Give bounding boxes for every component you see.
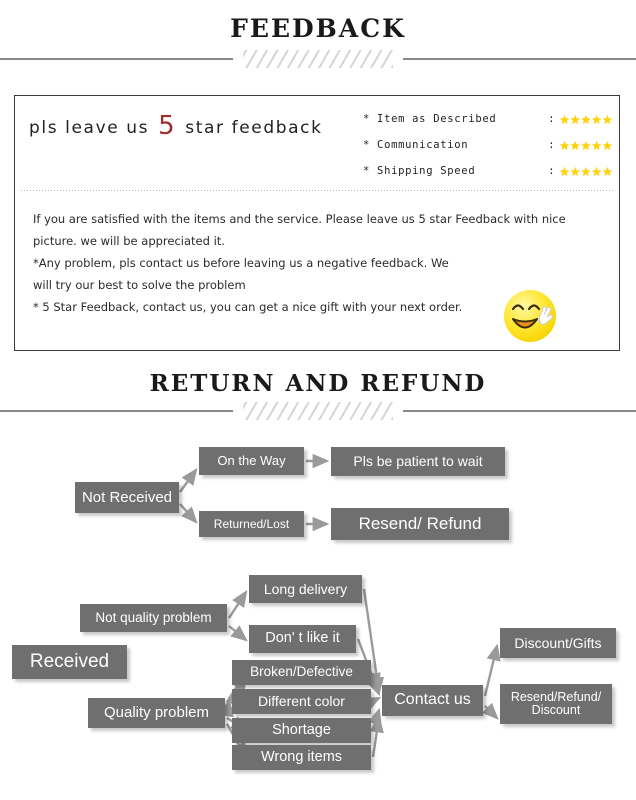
feedback-line-3: *Any problem, pls contact us before leav… [33,256,449,270]
flow-node-not-quality-problem[interactable]: Not quality problem [80,604,227,632]
rating-stars: ★★★★★ [559,160,613,181]
feedback-line-2: picture. we will be appreciated it. [33,234,225,248]
flow-node-long-delivery[interactable]: Long delivery [249,575,362,603]
feedback-top-row: pls leave us 5 star feedback * Item as D… [15,96,619,190]
flow-node-returned-lost[interactable]: Returned/Lost [199,511,304,537]
divider-hatch [243,402,393,420]
rating-colon: : [548,165,556,177]
flow-node-shortage[interactable]: Shortage [232,718,371,743]
feedback-line-1: If you are satisfied with the items and … [33,212,566,226]
flow-node-dont-like-it[interactable]: Don' t like it [249,625,356,653]
divider-line-left [0,58,233,60]
flow-node-pls-be-patient[interactable]: Pls be patient to wait [331,447,505,476]
rating-label: * Communication [363,139,469,151]
flow-node-not-received[interactable]: Not Received [75,482,179,513]
divider-line-right [403,58,636,60]
divider-return [0,400,636,422]
flow-node-resend-refund[interactable]: Resend/ Refund [331,508,509,540]
flow-node-quality-problem[interactable]: Quality problem [88,698,225,728]
feedback-headline: pls leave us 5 star feedback [29,113,323,139]
rating-stars: ★★★★★ [559,134,613,155]
flow-node-contact-us[interactable]: Contact us [382,685,483,716]
rating-label: * Item as Described [363,113,497,125]
flow-node-discount-gifts[interactable]: Discount/Gifts [500,628,616,658]
rating-row-communication: * Communication : ★★★★★ [363,132,613,158]
headline-star-number: 5 [158,111,177,141]
rating-label: * Shipping Speed [363,165,476,177]
return-refund-flowchart: Not Received On the Way Pls be patient t… [0,430,636,800]
ratings-list: * Item as Described : ★★★★★ * Communicat… [363,106,613,184]
headline-text-before: pls leave us [29,118,157,138]
rating-row-shipping-speed: * Shipping Speed : ★★★★★ [363,158,613,184]
flow-node-on-the-way[interactable]: On the Way [199,447,304,475]
divider-line-right [403,410,636,412]
flow-node-resend-refund-discount[interactable]: Resend/Refund/ Discount [500,684,612,724]
smiley-peace-sign-icon [504,290,556,342]
page-title-return-refund: RETURN AND REFUND [149,370,487,397]
rating-row-item-as-described: * Item as Described : ★★★★★ [363,106,613,132]
flow-node-received[interactable]: Received [12,645,127,679]
flow-node-wrong-items[interactable]: Wrong items [232,745,371,770]
divider-hatch [243,50,393,68]
rating-stars: ★★★★★ [559,108,613,129]
page-title-feedback: FEEDBACK [230,14,406,43]
rating-colon: : [548,113,556,125]
headline-text-after: star feedback [178,118,323,138]
divider-line-left [0,410,233,412]
dotted-separator [21,190,613,191]
divider-feedback [0,48,636,70]
rating-colon: : [548,139,556,151]
flow-node-different-color[interactable]: Different color [232,689,371,714]
flow-node-broken-defective[interactable]: Broken/Defective [232,660,371,685]
